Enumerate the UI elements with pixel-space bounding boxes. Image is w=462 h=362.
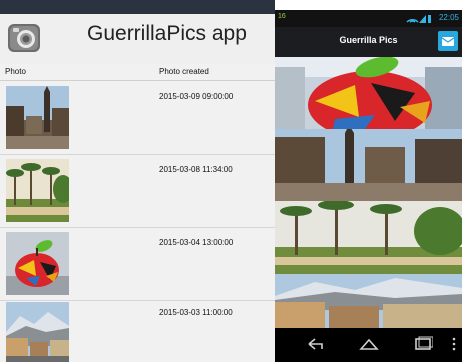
table-row[interactable]: 2015-03-03 11:00:00 bbox=[0, 298, 275, 362]
photo-created-date: 2015-03-03 11:00:00 bbox=[159, 308, 233, 317]
wifi-signal-battery-icon bbox=[406, 15, 431, 23]
cathedral-square-photo[interactable] bbox=[6, 86, 69, 149]
palm-park-photo[interactable] bbox=[275, 201, 462, 274]
navigation-bar bbox=[275, 328, 462, 362]
browser-top-bar bbox=[0, 0, 275, 14]
apple-sculpture-photo[interactable] bbox=[6, 232, 69, 295]
back-icon[interactable] bbox=[305, 336, 325, 352]
mountain-town-photo[interactable] bbox=[6, 302, 69, 362]
android-phone-screen: 16 22:05 Guerrilla Pics bbox=[275, 10, 462, 362]
status-bar: 16 22:05 bbox=[275, 10, 462, 27]
camera-icon bbox=[8, 24, 40, 52]
phone-app-title: Guerrilla Pics bbox=[339, 35, 398, 45]
home-icon[interactable] bbox=[359, 336, 379, 352]
web-app-window: GuerrillaPics app Photo Photo created 20… bbox=[0, 0, 275, 362]
overflow-menu-icon[interactable] bbox=[451, 336, 457, 352]
table-row[interactable]: 2015-03-08 11:34:00 bbox=[0, 155, 275, 228]
mountain-town-photo[interactable] bbox=[275, 274, 462, 328]
mail-button[interactable] bbox=[438, 31, 458, 51]
photo-created-date: 2015-03-08 11:34:00 bbox=[159, 165, 233, 174]
photo-created-date: 2015-03-09 09:00:00 bbox=[159, 92, 234, 101]
mail-icon bbox=[441, 37, 455, 46]
photo-created-date: 2015-03-04 13:00:00 bbox=[159, 238, 234, 247]
recent-apps-icon[interactable] bbox=[413, 336, 433, 352]
status-clock: 22:05 bbox=[438, 13, 459, 22]
palm-park-photo[interactable] bbox=[6, 159, 69, 222]
table-row[interactable]: 2015-03-04 13:00:00 bbox=[0, 228, 275, 301]
column-header-photo: Photo bbox=[5, 67, 26, 76]
table-row[interactable]: 2015-03-09 09:00:00 bbox=[0, 82, 275, 155]
notification-badges: 16 bbox=[278, 13, 286, 20]
app-title: GuerrillaPics app bbox=[87, 22, 247, 45]
cathedral-square-photo[interactable] bbox=[275, 129, 462, 201]
apple-sculpture-photo[interactable] bbox=[275, 57, 462, 129]
header-divider bbox=[0, 80, 275, 81]
action-bar: Guerrilla Pics bbox=[275, 27, 462, 57]
column-header-photo-created: Photo created bbox=[159, 67, 209, 76]
